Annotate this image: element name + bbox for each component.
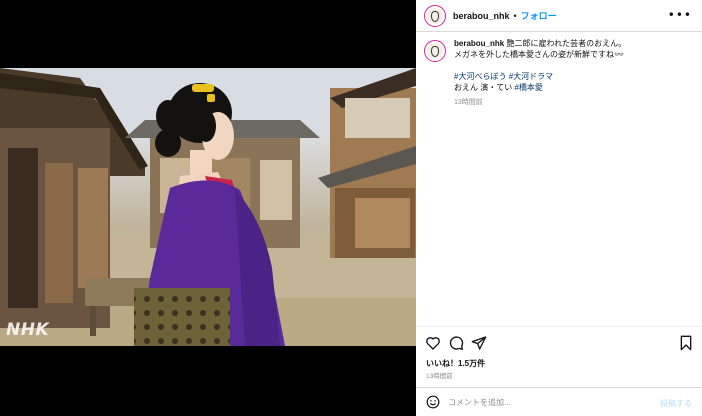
follow-button[interactable]: フォロー — [521, 9, 557, 22]
post-comment-button[interactable]: 投稿する — [660, 398, 692, 409]
caption-avatar[interactable] — [424, 40, 446, 62]
post-timestamp: 13時間前 — [426, 373, 453, 380]
caption-text-1: 艶二郎に雇われた芸者のおえん。 — [506, 39, 627, 48]
likes-count[interactable]: いいね！1.5万件 — [426, 358, 485, 369]
caption-cast-line: おえん 演・てい #橋本愛 — [454, 82, 694, 93]
post-header: berabou_nhk • フォロー ••• — [416, 0, 702, 32]
caption-text: berabou_nhk 艶二郎に雇われた芸者のおえん。 メガネを外した橋本愛さん… — [454, 38, 694, 108]
comment-input[interactable] — [448, 397, 648, 407]
separator-dot: • — [513, 10, 517, 21]
caption-time: 13時間前 — [454, 99, 483, 106]
caption-area: berabou_nhk 艶二郎に雇われた芸者のおえん。 メガネを外した橋本愛さん… — [416, 38, 702, 108]
caption-gap — [454, 60, 694, 71]
caption-line-1: berabou_nhk 艶二郎に雇われた芸者のおえん。 — [454, 38, 694, 49]
emoji-icon[interactable] — [426, 395, 440, 409]
action-bar — [416, 326, 702, 358]
caption-username[interactable]: berabou_nhk — [454, 39, 504, 48]
avatar[interactable] — [424, 4, 446, 27]
caption-cast-text: おえん 演・てい — [454, 83, 515, 92]
hashtag-link[interactable]: #橋本愛 — [514, 83, 542, 92]
media-pane: NHK — [0, 0, 416, 416]
post-pane: berabou_nhk • フォロー ••• berabou_nhk 艶二郎に雇… — [416, 0, 702, 416]
hashtag-link[interactable]: #大河ドラマ — [509, 72, 553, 81]
photo-illustration — [0, 68, 416, 346]
hashtag-link[interactable]: #大河べらぼう — [454, 72, 506, 81]
caption-hashtags: #大河べらぼう #大河ドラマ — [454, 71, 694, 82]
comment-bar: 投稿する — [416, 387, 702, 416]
caption-avatar-image — [427, 43, 443, 59]
post-photo[interactable]: NHK — [0, 68, 416, 346]
avatar-image — [427, 7, 443, 24]
bookmark-icon[interactable] — [678, 335, 694, 351]
share-icon[interactable] — [471, 335, 487, 351]
more-options-icon[interactable]: ••• — [668, 9, 692, 21]
nhk-watermark: NHK — [6, 320, 50, 340]
header-username[interactable]: berabou_nhk — [453, 11, 510, 21]
heart-icon[interactable] — [425, 335, 441, 351]
caption-line-2: メガネを外した橋本愛さんの姿が新鮮ですね👓 — [454, 50, 624, 59]
comment-icon[interactable] — [448, 335, 464, 351]
